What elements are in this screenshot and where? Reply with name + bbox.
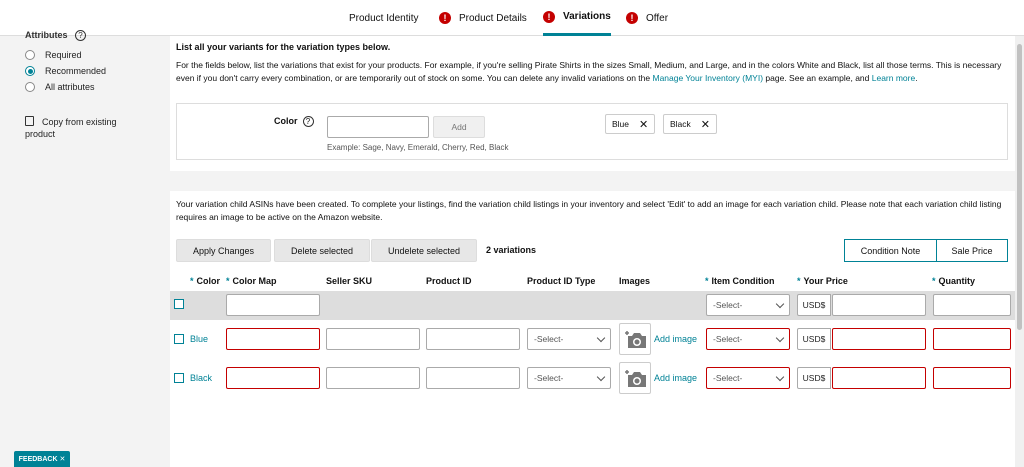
color-entry-box: Color? Add Example: Sage, Navy, Emerald,… (176, 103, 1008, 160)
bulk-price-input[interactable] (832, 294, 926, 316)
select-all-checkbox[interactable] (174, 299, 184, 309)
variations-panel: List all your variants for the variation… (170, 36, 1015, 467)
delete-selected-button[interactable]: Delete selected (274, 239, 370, 262)
error-icon: ! (626, 12, 638, 24)
product-id-input[interactable] (426, 367, 520, 389)
color-map-input[interactable] (226, 328, 320, 350)
currency-label: USD$ (797, 328, 831, 350)
chevron-down-icon (775, 372, 785, 382)
color-input[interactable] (327, 116, 429, 138)
bulk-color-map-input[interactable] (226, 294, 320, 316)
copy-icon (25, 116, 34, 126)
attributes-heading: Attributes ? (25, 30, 87, 41)
scrollbar[interactable] (1015, 36, 1024, 467)
price-input[interactable] (832, 367, 926, 389)
error-icon: ! (543, 10, 555, 23)
header-your-price: * Your Price (797, 276, 848, 286)
product-id-type-select[interactable]: -Select- (527, 367, 611, 389)
header-images: Images (619, 276, 651, 286)
item-condition-select[interactable]: -Select- (706, 367, 790, 389)
scrollbar-thumb[interactable] (1017, 44, 1022, 330)
header-quantity: * Quantity (932, 276, 976, 286)
add-color-button[interactable]: Add (433, 116, 485, 138)
chip-blue: Blue ✕ (605, 114, 656, 134)
radio-all-attributes[interactable]: All attributes (25, 82, 95, 92)
row-color-value[interactable]: Blue (190, 334, 208, 344)
tab-variations[interactable]: ! Variations (543, 0, 611, 36)
variations-heading: List all your variants for the variation… (176, 42, 391, 52)
row-color-value[interactable]: Black (190, 373, 212, 383)
help-icon[interactable]: ? (302, 116, 314, 127)
undelete-selected-button[interactable]: Undelete selected (371, 239, 477, 262)
sidebar: Attributes ? Required Recommended All at… (0, 30, 170, 467)
radio-icon (25, 82, 35, 92)
color-label: Color? (274, 116, 314, 127)
header-color-map: * Color Map (226, 276, 277, 286)
camera-icon[interactable] (619, 323, 651, 355)
header-item-condition: * Item Condition (705, 276, 775, 286)
price-input[interactable] (832, 328, 926, 350)
product-id-input[interactable] (426, 328, 520, 350)
sale-price-button[interactable]: Sale Price (936, 239, 1008, 262)
row-checkbox[interactable] (174, 373, 184, 383)
error-icon: ! (439, 12, 451, 24)
apply-changes-button[interactable]: Apply Changes (176, 239, 271, 262)
currency-label: USD$ (797, 367, 831, 389)
header-seller-sku: Seller SKU (326, 276, 373, 286)
color-example-text: Example: Sage, Navy, Emerald, Cherry, Re… (327, 143, 509, 152)
product-id-type-select[interactable]: -Select- (527, 328, 611, 350)
radio-selected-icon (25, 66, 35, 76)
add-image-link[interactable]: Add image (654, 334, 697, 344)
header-color: * Color (190, 276, 221, 286)
variation-count: 2 variations (486, 245, 537, 255)
tab-product-identity[interactable]: Product Identity (349, 0, 418, 36)
variations-instructions: For the fields below, list the variation… (176, 60, 1002, 83)
child-asin-notice: Your variation child ASINs have been cre… (176, 199, 1002, 222)
color-map-input[interactable] (226, 367, 320, 389)
tab-product-details[interactable]: ! Product Details (439, 0, 527, 36)
row-checkbox[interactable] (174, 334, 184, 344)
radio-icon (25, 50, 35, 60)
item-condition-select[interactable]: -Select- (706, 328, 790, 350)
chevron-down-icon (775, 333, 785, 343)
bulk-quantity-input[interactable] (933, 294, 1011, 316)
currency-label: USD$ (797, 294, 831, 316)
quantity-input[interactable] (933, 367, 1011, 389)
quantity-input[interactable] (933, 328, 1011, 350)
radio-recommended[interactable]: Recommended (25, 66, 106, 76)
header-product-id-type: Product ID Type (527, 276, 596, 286)
remove-chip-icon[interactable]: ✕ (639, 118, 648, 131)
manage-inventory-link[interactable]: Manage Your Inventory (MYI) (652, 73, 763, 83)
seller-sku-input[interactable] (326, 367, 420, 389)
chip-black: Black ✕ (663, 114, 718, 134)
chevron-down-icon (775, 299, 785, 309)
section-divider (170, 171, 1015, 191)
bulk-edit-row: -Select- USD$ (170, 291, 1015, 320)
bulk-item-condition-select[interactable]: -Select- (706, 294, 790, 316)
learn-more-link[interactable]: Learn more (872, 73, 915, 83)
radio-required[interactable]: Required (25, 50, 82, 60)
top-tab-bar: Product Identity ! Product Details ! Var… (0, 0, 1024, 36)
remove-chip-icon[interactable]: ✕ (701, 118, 710, 131)
condition-note-button[interactable]: Condition Note (844, 239, 937, 262)
help-icon[interactable]: ? (75, 30, 87, 41)
tab-offer[interactable]: ! Offer (626, 0, 668, 36)
camera-icon[interactable] (619, 362, 651, 394)
chevron-down-icon (596, 372, 606, 382)
chevron-down-icon (596, 333, 606, 343)
add-image-link[interactable]: Add image (654, 373, 697, 383)
copy-from-existing-product-link[interactable]: Copy from existing product (25, 116, 145, 140)
header-product-id: Product ID (426, 276, 472, 286)
feedback-button[interactable]: FEEDBACK ✕ (14, 451, 70, 467)
seller-sku-input[interactable] (326, 328, 420, 350)
